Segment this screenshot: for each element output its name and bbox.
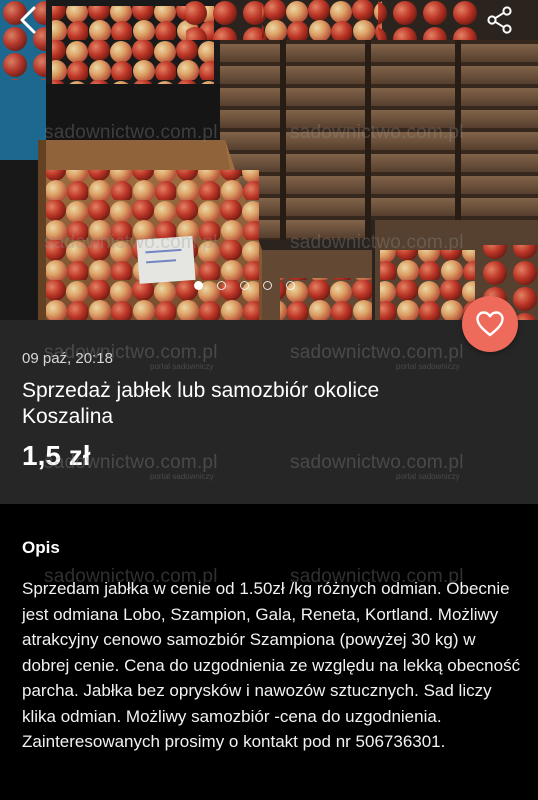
description-section: Opis Sprzedam jabłka w cenie od 1.50zł /…: [0, 504, 538, 800]
heart-outline-icon: [476, 311, 504, 337]
gallery-dot[interactable]: [193, 281, 203, 290]
listing-info-card: 09 paź, 20:18 Sprzedaż jabłek lub samozb…: [0, 320, 538, 504]
apple-crates-photo: [0, 0, 538, 320]
description-heading: Opis: [22, 538, 60, 557]
gallery-dot[interactable]: [216, 281, 226, 290]
listing-title: Sprzedaż jabłek lub samozbiór okolice Ko…: [22, 379, 380, 428]
share-button[interactable]: [482, 2, 518, 38]
listing-photo[interactable]: [0, 0, 538, 320]
gallery-dot[interactable]: [285, 281, 295, 290]
gallery-pagination: [0, 281, 538, 290]
gallery-dot[interactable]: [239, 281, 249, 290]
favorite-button[interactable]: [462, 296, 518, 352]
description-text: Sprzedam jabłka w cenie od 1.50zł /kg ró…: [22, 579, 521, 751]
listing-timestamp: 09 paź, 20:18: [22, 350, 113, 367]
listing-price: 1,5 zł: [22, 440, 91, 471]
listing-screen: 09 paź, 20:18 Sprzedaż jabłek lub samozb…: [0, 0, 538, 800]
gallery-dot[interactable]: [262, 281, 272, 290]
share-icon: [487, 6, 512, 34]
back-button[interactable]: [10, 2, 46, 38]
chevron-left-icon: [20, 6, 36, 34]
